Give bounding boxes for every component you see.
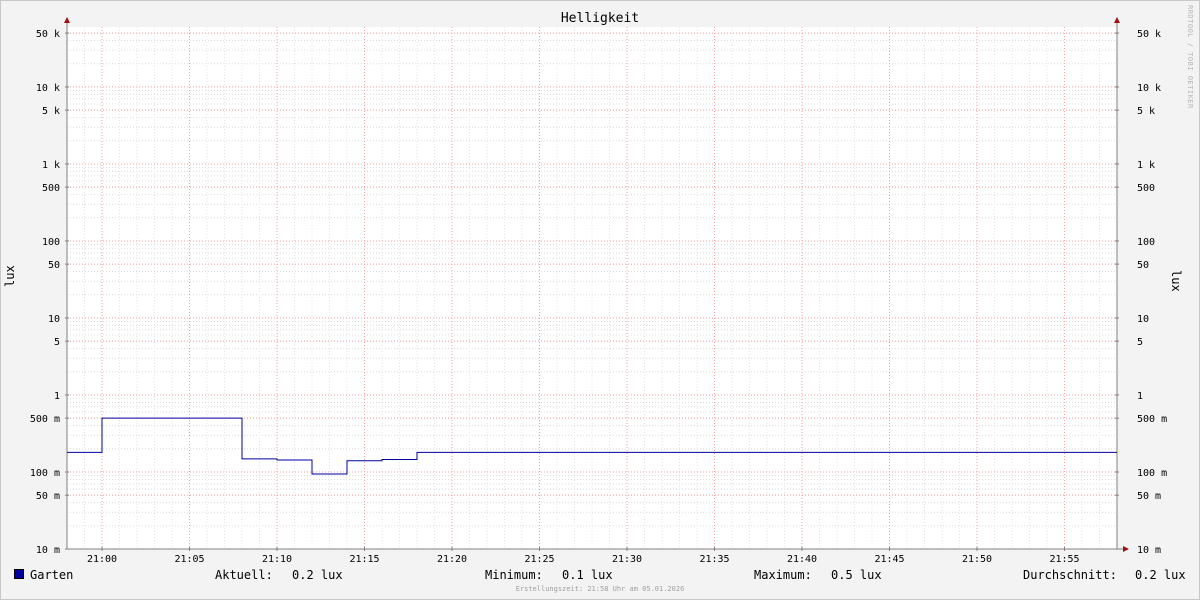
- y-axis-label-left: lux: [3, 265, 17, 287]
- y-tick-label-left: 50: [48, 260, 60, 271]
- y-tick-label-right: 10: [1137, 314, 1149, 325]
- y-tick-label-left: 10: [48, 314, 60, 325]
- legend-maximum-label: Maximum:: [754, 568, 812, 582]
- y-tick-label-left: 10 k: [36, 83, 60, 94]
- y-tick-label-left: 50 k: [36, 29, 60, 40]
- x-tick-label: 21:15: [349, 554, 379, 565]
- legend-minimum-value: 0.1 lux: [562, 568, 613, 582]
- y-tick-label-left: 500: [42, 183, 60, 194]
- x-tick-label: 21:05: [174, 554, 204, 565]
- x-tick-label: 21:30: [612, 554, 642, 565]
- legend-average-value: 0.2 lux: [1135, 568, 1186, 582]
- creation-time-footer: Erstellungszeit: 21:58 Uhr am 05.01.2026: [515, 585, 685, 593]
- y-tick-label-left: 10 m: [36, 545, 60, 556]
- legend-current-label: Aktuell:: [215, 568, 273, 582]
- x-tick-label: 21:55: [1049, 554, 1079, 565]
- x-tick-label: 21:00: [87, 554, 117, 565]
- legend-series-name: Garten: [30, 568, 74, 582]
- y-tick-label-right: 100: [1137, 237, 1155, 248]
- x-axis-arrow: [1123, 546, 1129, 552]
- y-tick-label-right: 100 m: [1137, 468, 1167, 479]
- rrdtool-watermark: RRDTOOL / TOBI OETIKER: [1186, 5, 1194, 109]
- y-tick-label-right: 1: [1137, 391, 1143, 402]
- x-tick-label: 21:35: [699, 554, 729, 565]
- y-axis-label-right: lux: [1169, 270, 1183, 292]
- x-tick-label: 21:40: [787, 554, 817, 565]
- chart-canvas: 50 k 50 k 10 k 10 k 5 k 5 k 1 k 1 k 500 500 100 100…: [30, 17, 1167, 565]
- y-tick-label-left: 1: [54, 391, 60, 402]
- y-tick-label-right: 50: [1137, 260, 1149, 271]
- legend-swatch-garten: [14, 569, 24, 579]
- y-tick-label-right: 10 m: [1137, 545, 1161, 556]
- y-tick-label-right: 1 k: [1137, 160, 1155, 171]
- x-tick-label: 21:25: [524, 554, 554, 565]
- x-tick-label: 21:20: [437, 554, 467, 565]
- chart-title: Helligkeit: [560, 11, 640, 26]
- y-tick-label-left: 1 k: [42, 160, 60, 171]
- legend-average-label: Durchschnitt:: [1023, 568, 1117, 582]
- y-tick-label-right: 500 m: [1137, 414, 1167, 425]
- y-tick-label-right: 50 m: [1137, 491, 1161, 502]
- y-tick-label-left: 5 k: [42, 106, 60, 117]
- y-tick-label-right: 10 k: [1137, 83, 1161, 94]
- legend-current-value: 0.2 lux: [292, 568, 343, 582]
- y-tick-label-right: 50 k: [1137, 29, 1161, 40]
- y-tick-label-left: 50 m: [36, 491, 60, 502]
- y-tick-label-left: 100 m: [30, 468, 60, 479]
- legend-maximum-value: 0.5 lux: [831, 568, 882, 582]
- y-tick-label-left: 5: [54, 337, 60, 348]
- y-tick-label-right: 500: [1137, 183, 1155, 194]
- y-tick-label-right: 5: [1137, 337, 1143, 348]
- x-tick-label: 21:50: [962, 554, 992, 565]
- y-tick-label-left: 500 m: [30, 414, 60, 425]
- legend-minimum-label: Minimum:: [485, 568, 543, 582]
- x-tick-label: 21:45: [874, 554, 904, 565]
- y-tick-label-left: 100: [42, 237, 60, 248]
- x-tick-label: 21:10: [262, 554, 292, 565]
- y-tick-label-right: 5 k: [1137, 106, 1155, 117]
